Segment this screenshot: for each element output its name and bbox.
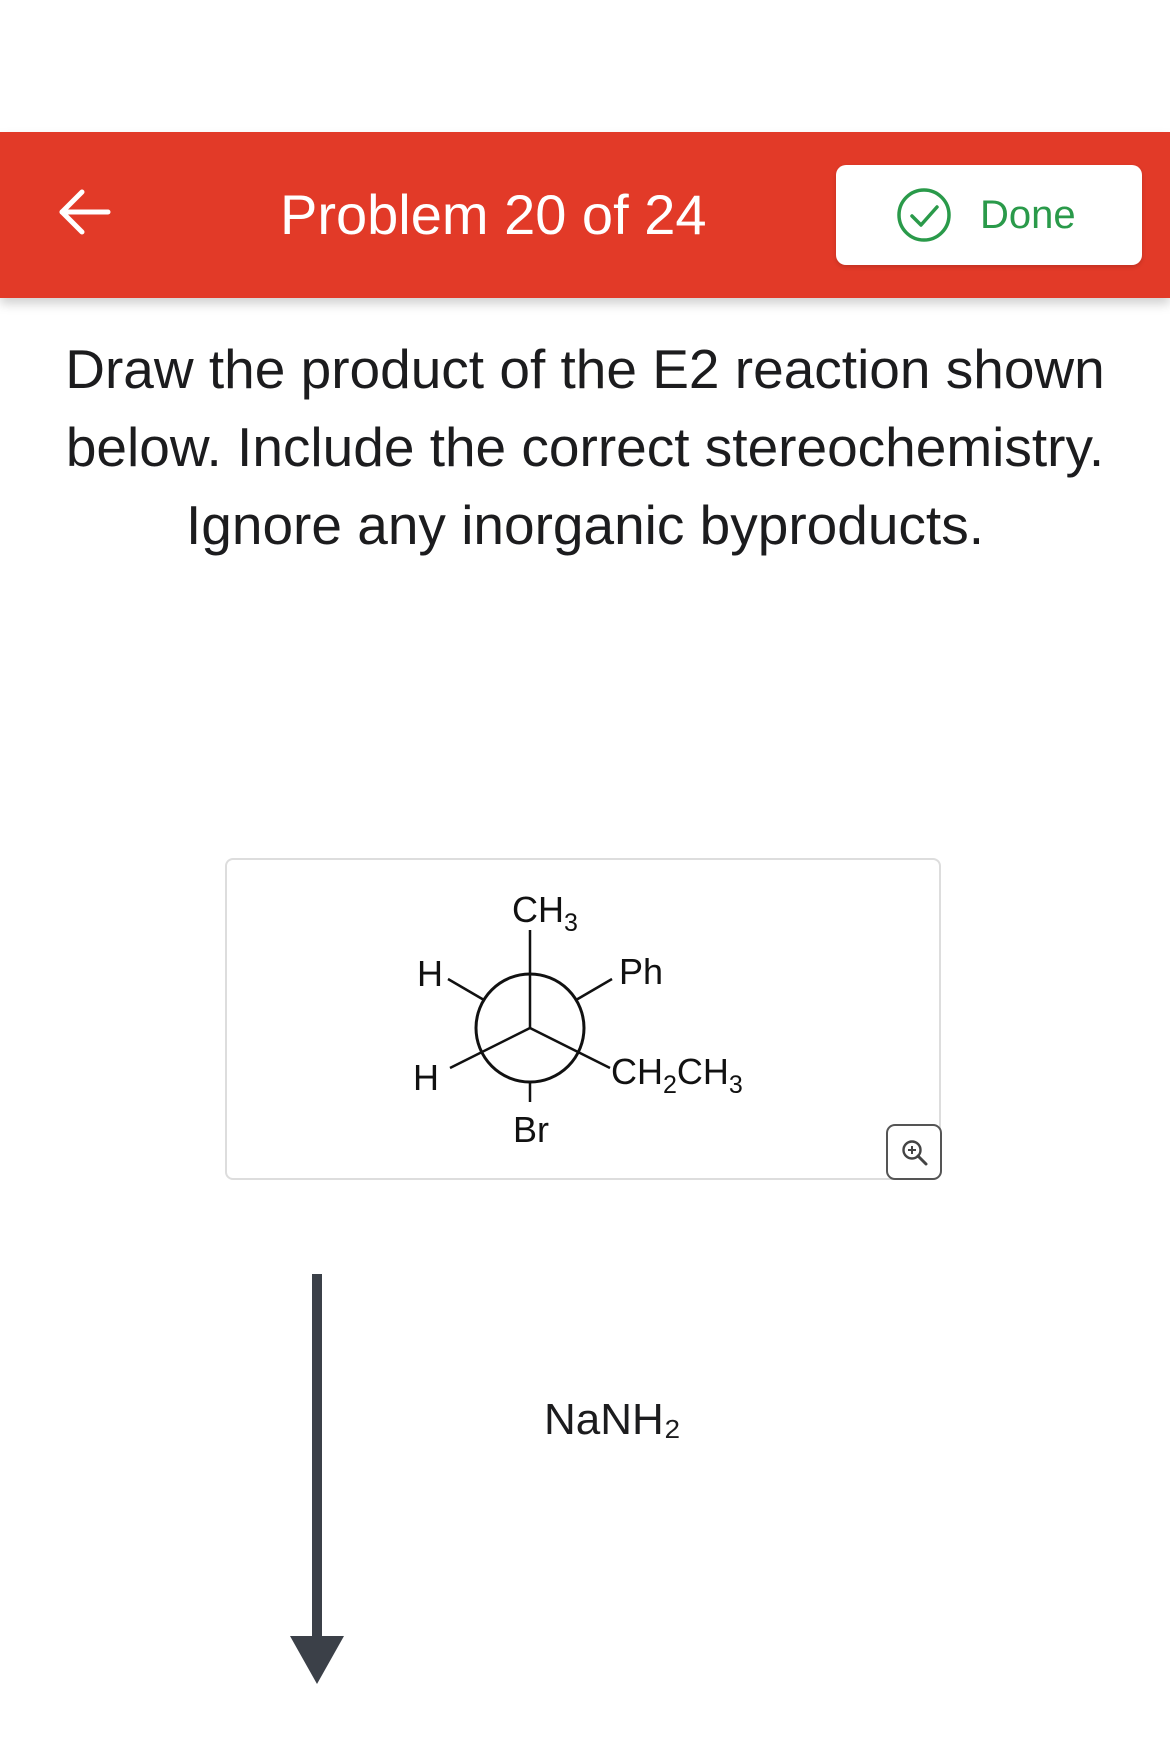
- question-text: Draw the product of the E2 reaction show…: [65, 338, 1105, 556]
- bond-front-right: [529, 1026, 611, 1070]
- label-ph: Ph: [619, 951, 663, 992]
- done-button[interactable]: Done: [836, 165, 1142, 265]
- newman-projection: CH3 Ph H H CH2CH3 Br: [413, 889, 743, 1150]
- label-h-upper: H: [417, 953, 443, 994]
- bond-back-right: [575, 977, 613, 1002]
- label-ch2ch3: CH2CH3: [611, 1051, 743, 1099]
- done-label: Done: [980, 193, 1076, 237]
- zoom-button[interactable]: [886, 1124, 942, 1180]
- label-ch3: CH3: [512, 889, 578, 937]
- structure-card: CH3 Ph H H CH2CH3 Br: [225, 858, 941, 1180]
- bond-front-left: [449, 1026, 531, 1070]
- reaction-arrow: [290, 1274, 344, 1684]
- zoom-in-icon: [902, 1140, 928, 1166]
- arrow-left-icon: [59, 189, 111, 235]
- top-bar: Problem 20 of 24 Done: [0, 132, 1170, 298]
- label-h-lower: H: [413, 1057, 439, 1098]
- back-button[interactable]: [50, 177, 120, 247]
- label-br: Br: [513, 1109, 549, 1150]
- reagent-label: NaNH₂: [544, 1395, 681, 1444]
- bond-back-left: [447, 977, 485, 1002]
- check-circle-icon: [897, 188, 951, 242]
- page-title: Problem 20 of 24: [280, 183, 707, 246]
